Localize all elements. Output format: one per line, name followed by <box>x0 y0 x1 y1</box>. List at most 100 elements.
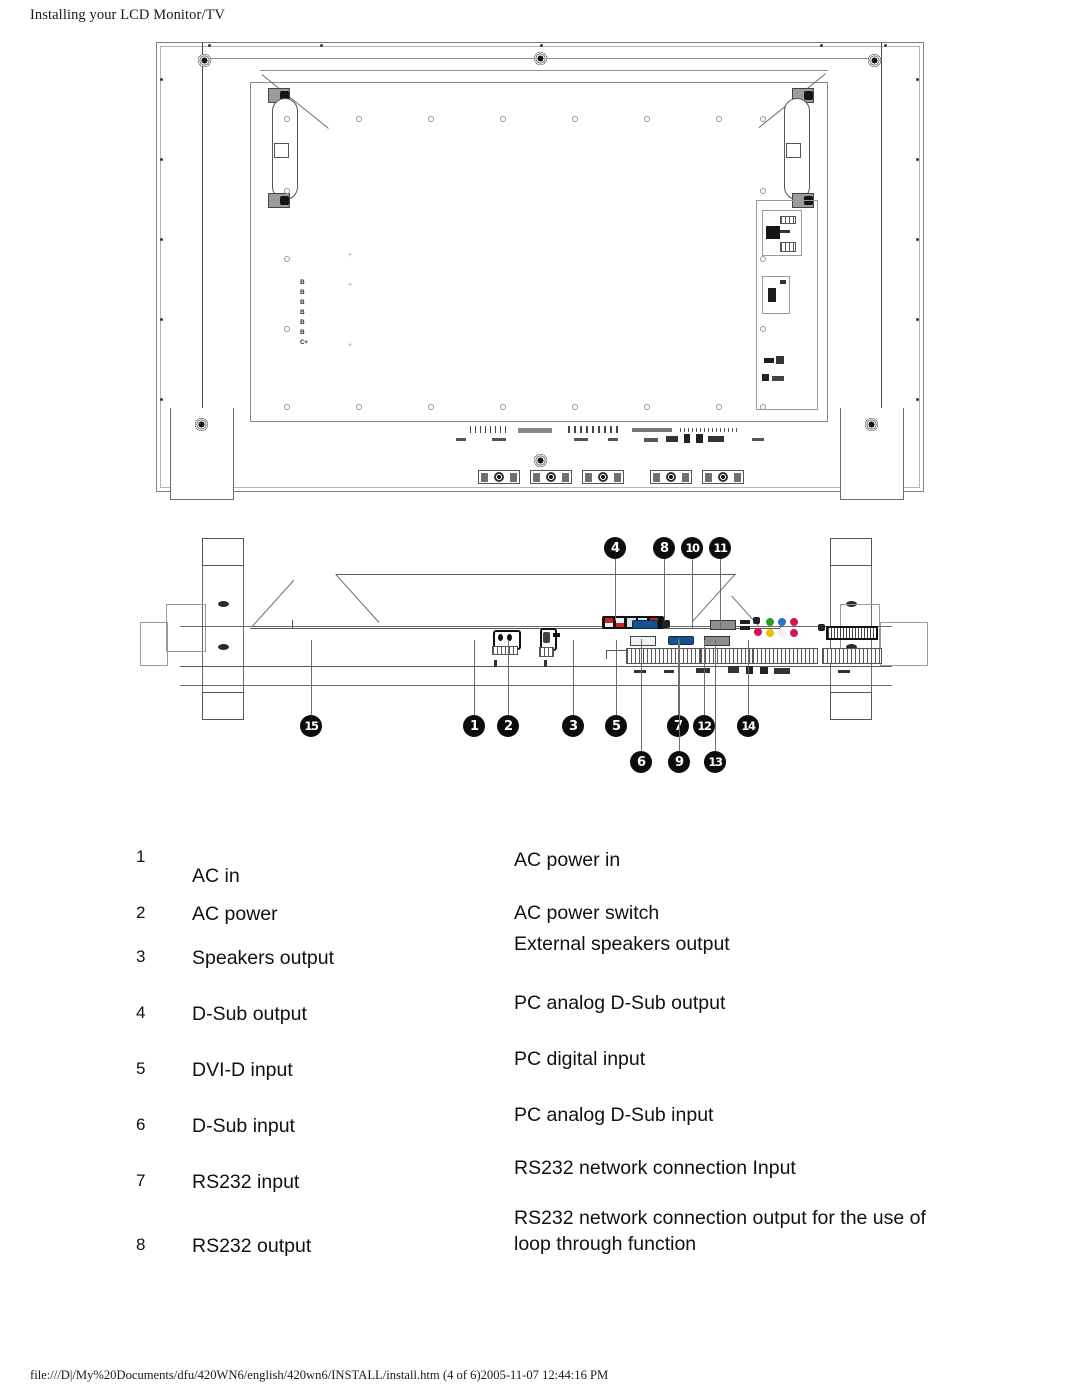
document-page: Installing your LCD Monitor/TV + + + B B… <box>0 0 1080 1397</box>
table-cell-number: 6 <box>136 1115 146 1134</box>
table-cell-name: RS232 output <box>192 1235 312 1257</box>
stand-cap-bottom <box>202 692 244 720</box>
page-footer-path: file:///D|/My%20Documents/dfu/420WN6/eng… <box>30 1368 609 1382</box>
stand-cap-bottom <box>830 692 872 720</box>
vent-strip-4 <box>822 648 882 664</box>
rear-recessed-panel <box>250 82 828 422</box>
rear-screw-bottom-center <box>534 454 547 467</box>
callout-leader-line <box>748 640 749 715</box>
bottom-view-chamfer-right <box>691 573 736 623</box>
callout-badge-14: 14 <box>737 715 759 737</box>
alignment-mark-2: + <box>348 282 353 289</box>
rear-leg-screw-left <box>195 418 208 431</box>
connector-ac-power-switch <box>538 628 560 658</box>
callout-badge-2: 2 <box>497 715 519 737</box>
bottom-view-chamfer-left <box>335 574 380 623</box>
vent-strip-3 <box>752 648 818 664</box>
callout-leader-line <box>615 559 616 621</box>
callout-badge-5: 5 <box>605 715 627 737</box>
rear-screw-top-center <box>534 52 547 65</box>
callout-badge-11: 11 <box>709 537 731 559</box>
table-cell-description: PC analog D-Sub input <box>514 1104 714 1126</box>
connector-scart-block <box>826 626 878 640</box>
connector-small-jack-a <box>662 620 670 628</box>
table-cell-description: RS232 network connection Input <box>514 1157 796 1179</box>
stand-screw-upper <box>218 601 229 607</box>
table-cell-description: AC power switch <box>514 902 660 924</box>
connector-pin-header-b <box>740 626 750 630</box>
connector-dsub-input <box>668 636 694 645</box>
rear-port-label-text: B B B B B B C+ <box>300 279 308 346</box>
table-cell-description: AC power in <box>514 849 621 871</box>
callout-leader-line <box>616 640 617 715</box>
table-cell-name: D-Sub output <box>192 1003 307 1025</box>
callout-leader-line <box>720 559 721 629</box>
table-cell-name: Speakers output <box>192 947 335 969</box>
callout-badge-1: 1 <box>463 715 485 737</box>
rear-leg-screw-right <box>865 418 878 431</box>
connector-small-jack-b <box>818 624 825 631</box>
bottom-view-left-edge <box>292 620 293 628</box>
callout-badge-12: 12 <box>693 715 715 737</box>
stand-cap-top <box>830 538 872 566</box>
connector-rca-cluster <box>752 616 816 650</box>
handle-plate <box>786 143 801 158</box>
callout-badge-4: 4 <box>604 537 626 559</box>
callout-leader-line <box>573 640 574 715</box>
callout-badge-8: 8 <box>653 537 675 559</box>
connector-ac-inlet <box>492 630 521 656</box>
table-cell-number: 8 <box>136 1235 146 1254</box>
bottom-view-top-edge <box>336 574 736 575</box>
callout-leader-line <box>679 639 680 751</box>
bottom-view-chassis-midline <box>180 666 892 667</box>
callout-badge-7: 7 <box>667 715 689 737</box>
table-cell-number: 1 <box>136 847 146 866</box>
callout-leader-line <box>704 640 705 715</box>
stand-bracket-left-outer <box>140 622 168 666</box>
table-cell-description: External speakers output <box>514 933 730 955</box>
callout-leader-line <box>715 639 716 751</box>
vent-strip-1 <box>626 648 700 664</box>
callout-leader-line <box>692 559 693 629</box>
table-cell-number: 7 <box>136 1171 146 1190</box>
table-cell-description: PC digital input <box>514 1048 646 1070</box>
connector-dsub-output <box>632 620 658 629</box>
table-cell-description: PC analog D-Sub output <box>514 992 726 1014</box>
leader-hook-left <box>252 579 295 627</box>
callout-badge-6: 6 <box>630 751 652 773</box>
page-header-title: Installing your LCD Monitor/TV <box>30 7 226 23</box>
table-cell-name: D-Sub input <box>192 1115 295 1137</box>
connector-pin-header-a <box>740 620 750 624</box>
stand-cap-top <box>202 538 244 566</box>
callout-leader-line <box>641 639 642 751</box>
table-cell-name: DVI-D input <box>192 1059 293 1081</box>
rear-top-rail-secondary <box>260 70 828 71</box>
connector-rs232-input <box>710 620 736 630</box>
monitor-diagram: + + + B B B B B B C+ 4 8 10 11 15 1 2 3 … <box>140 30 940 790</box>
table-cell-description: RS232 network connection output for the … <box>514 1207 926 1255</box>
callout-badge-3: 3 <box>562 715 584 737</box>
table-cell-number: 2 <box>136 903 146 922</box>
table-cell-number: 5 <box>136 1059 146 1078</box>
callout-leader-line <box>664 559 665 621</box>
connector-dvi-d-input <box>630 636 656 646</box>
callout-leader-line <box>474 640 475 715</box>
handle-bracket-bottom <box>268 193 290 208</box>
callout-leader-line <box>508 640 509 715</box>
callout-badge-15: 15 <box>300 715 322 737</box>
table-cell-name: AC power <box>192 903 278 925</box>
callout-badge-13: 13 <box>704 751 726 773</box>
connector-rs232-output <box>704 636 730 646</box>
alignment-mark-1: + <box>348 252 353 259</box>
table-cell-number: 3 <box>136 947 146 966</box>
table-cell-name: AC in <box>192 865 240 887</box>
alignment-mark-3: + <box>348 342 353 349</box>
rear-screw-top-right <box>868 54 881 67</box>
table-cell-number: 4 <box>136 1003 146 1022</box>
rear-screw-top-left <box>198 54 211 67</box>
callout-badge-10: 10 <box>681 537 703 559</box>
rear-handle-right <box>780 88 814 208</box>
callout-leader-line <box>311 640 312 715</box>
table-cell-name: RS232 input <box>192 1171 300 1193</box>
bottom-view-front-edge <box>250 628 780 629</box>
